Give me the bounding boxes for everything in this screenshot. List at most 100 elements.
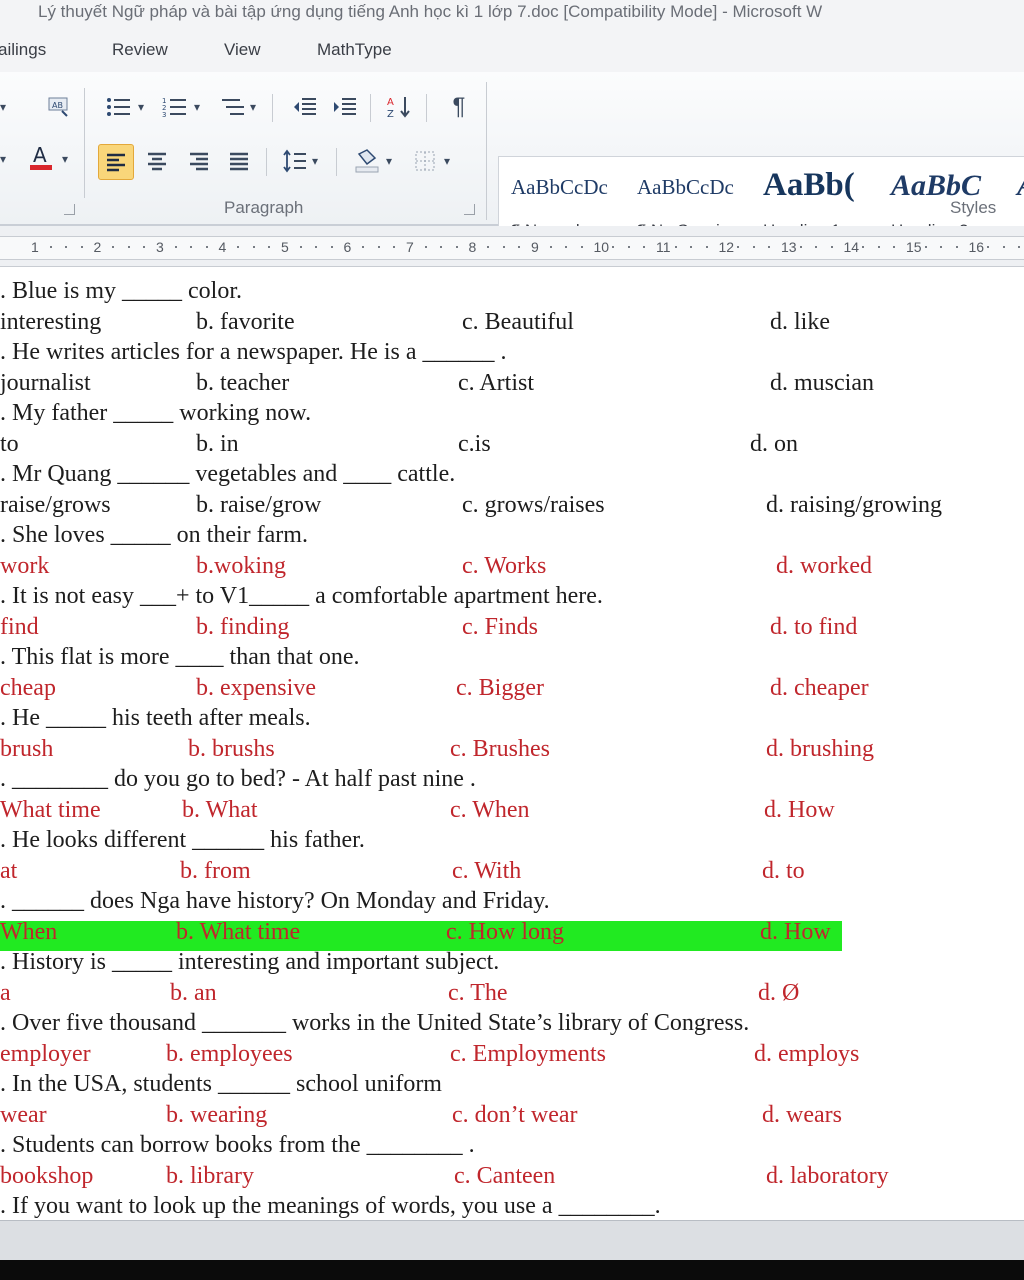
tab-view[interactable]: View — [224, 40, 261, 60]
question-text: . ________ do you go to bed? - At half p… — [0, 766, 476, 792]
ruler-number: 9 — [531, 239, 539, 255]
ruler-tick — [643, 246, 646, 248]
options-line: find b. finding c. Finds d. to find — [0, 614, 1024, 644]
ruler-tick — [955, 246, 958, 248]
question-text: . Students can borrow books from the ___… — [0, 1132, 475, 1158]
line-spacing-icon[interactable] — [280, 146, 310, 176]
shading-dropdown-icon[interactable]: ▾ — [382, 146, 396, 176]
option-c: c. Bigger — [456, 674, 544, 701]
document-page[interactable]: . Blue is my _____ color. interesting b. f… — [0, 268, 1024, 1220]
option-d: d. laboratory — [766, 1162, 889, 1189]
borders-dropdown-icon[interactable]: ▾ — [440, 146, 454, 176]
style-sample: AaBbCcDc — [637, 175, 734, 199]
line-spacing-dropdown-icon[interactable]: ▾ — [308, 146, 322, 176]
svg-text:A: A — [33, 143, 47, 167]
option-a: When — [0, 918, 58, 945]
ruler-track: 1 2 3 4 5 6 7 8 9 10 11 12 13 14 15 16 — [0, 236, 1024, 260]
ruler-number: 3 — [156, 239, 164, 255]
ruler-tick — [565, 246, 568, 248]
sort-icon[interactable]: AZ — [384, 92, 414, 122]
option-d: d. Ø — [758, 979, 800, 1006]
style-sample: AaBbCcDc — [511, 175, 608, 199]
ruler-number: 15 — [906, 239, 922, 255]
numbering-icon[interactable]: 123 — [160, 92, 190, 122]
decrease-indent-icon[interactable] — [290, 92, 320, 122]
options-line: wear b. wearing c. don’t wear d. wears — [0, 1102, 1024, 1132]
question-text: . In the USA, students ______ school uni… — [0, 1071, 442, 1097]
option-b: b. teacher — [196, 369, 290, 396]
bullets-dropdown-icon[interactable]: ▾ — [134, 92, 148, 122]
question-text: . Over five thousand _______ works in th… — [0, 1010, 750, 1036]
option-a: find — [0, 613, 39, 640]
align-center-icon[interactable] — [142, 146, 172, 176]
option-a: What time — [0, 796, 101, 823]
options-line: journalist b. teacher c. Artist d. muscian — [0, 370, 1024, 400]
ruler-tick — [830, 246, 833, 248]
question-text: . She loves _____ on their farm. — [0, 522, 308, 548]
ruler-tick — [768, 246, 771, 248]
option-d: d. raising/growing — [766, 491, 942, 518]
tab-mailings[interactable]: ailings — [0, 40, 46, 60]
highlight-dropdown-icon[interactable]: ▾ — [0, 144, 12, 174]
change-case-icon[interactable]: AB — [44, 92, 74, 122]
tab-mathtype[interactable]: MathType — [317, 40, 392, 60]
ruler-tick — [862, 246, 865, 248]
question-text: . This flat is more ____ than that one. — [0, 644, 360, 670]
svg-text:AB: AB — [52, 101, 63, 110]
ruler-tick — [893, 246, 896, 248]
option-a: to — [0, 430, 19, 457]
font-size-dropdown-icon[interactable]: ▾ — [0, 92, 12, 122]
multilevel-list-icon[interactable] — [218, 92, 248, 122]
ruler-tick — [112, 246, 115, 248]
option-b: b. raise/grow — [196, 491, 322, 518]
question-text: . If you want to look up the meanings of… — [0, 1193, 661, 1219]
shading-icon[interactable] — [352, 146, 382, 176]
bullets-icon[interactable] — [104, 92, 134, 122]
ruler-tick — [205, 246, 208, 248]
option-c: c. How long — [446, 918, 564, 945]
increase-indent-icon[interactable] — [330, 92, 360, 122]
tab-review[interactable]: Review — [112, 40, 168, 60]
option-d: d. How — [760, 918, 831, 945]
option-c: c. don’t wear — [452, 1101, 578, 1128]
options-line: bookshop b. library c. Canteen d. laborator… — [0, 1163, 1024, 1193]
option-a: raise/grows — [0, 491, 111, 518]
question-line: . He _____ his teeth after meals. — [0, 705, 1024, 735]
question-line: . It is not easy ___+ to V1_____ a comfo… — [0, 583, 1024, 613]
show-formatting-marks-icon[interactable]: ¶ — [444, 92, 474, 122]
style-sample: A — [1017, 169, 1024, 203]
question-line: . My father _____ working now. — [0, 400, 1024, 430]
ruler-tick — [940, 246, 943, 248]
divider — [266, 148, 267, 176]
align-left-icon[interactable] — [98, 144, 134, 180]
ruler-tick — [440, 246, 443, 248]
option-b: b. What — [182, 796, 258, 823]
ruler-tick — [80, 246, 83, 248]
font-dialog-launcher-icon[interactable] — [64, 204, 75, 215]
multilevel-dropdown-icon[interactable]: ▾ — [246, 92, 260, 122]
ruler-tick — [237, 246, 240, 248]
ribbon-tab-bar: ailings Review View MathType — [0, 28, 1024, 73]
option-d: d. to — [762, 857, 805, 884]
ruler-number: 7 — [406, 239, 414, 255]
font-color-dropdown-icon[interactable]: ▾ — [56, 144, 74, 174]
option-b: b. What time — [176, 918, 301, 945]
option-c: c. Canteen — [454, 1162, 556, 1189]
justify-icon[interactable] — [224, 146, 254, 176]
question-line: . In the USA, students ______ school uni… — [0, 1071, 1024, 1101]
borders-icon[interactable] — [410, 146, 440, 176]
window-title: Lý thuyết Ngữ pháp và bài tập ứng dụng t… — [38, 2, 823, 21]
option-a: interesting — [0, 308, 102, 335]
svg-text:A: A — [387, 97, 394, 108]
option-a: work — [0, 552, 50, 579]
ruler-tick — [924, 246, 927, 248]
align-right-icon[interactable] — [184, 146, 214, 176]
option-b: b. in — [196, 430, 239, 457]
numbering-dropdown-icon[interactable]: ▾ — [190, 92, 204, 122]
paragraph-dialog-launcher-icon[interactable] — [464, 204, 475, 215]
font-color-icon[interactable]: A — [26, 142, 56, 172]
question-line: . ______ does Nga have history? On Monda… — [0, 888, 1024, 918]
ruler-tick — [330, 246, 333, 248]
option-b: b. wearing — [166, 1101, 268, 1128]
horizontal-ruler[interactable]: 1 2 3 4 5 6 7 8 9 10 11 12 13 14 15 16 — [0, 226, 1024, 267]
